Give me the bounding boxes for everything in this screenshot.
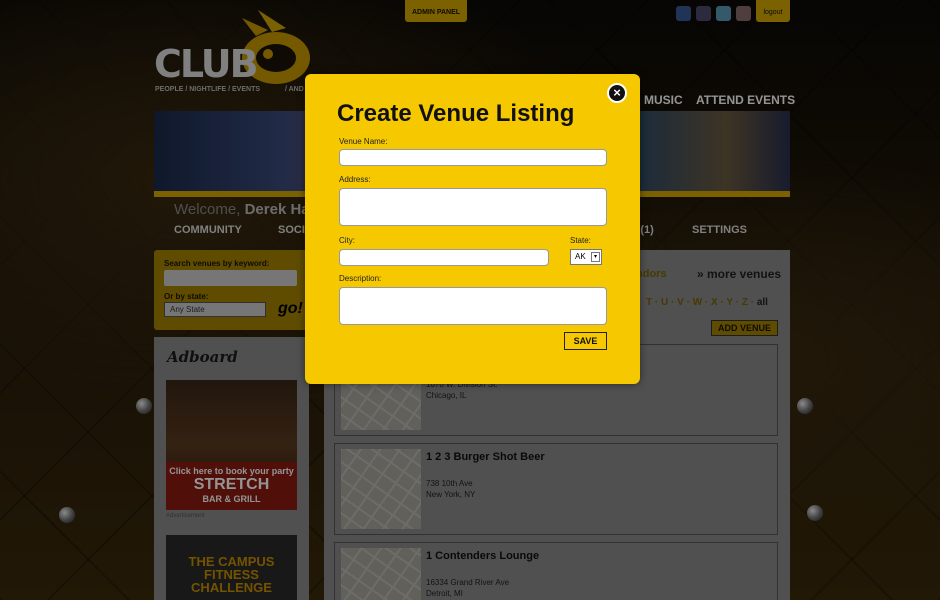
chevron-down-icon: ▾ [591,252,600,262]
close-icon[interactable]: × [607,83,627,103]
description-input[interactable] [339,287,607,325]
address-input[interactable] [339,188,607,226]
save-button[interactable]: SAVE [564,332,607,350]
state-label: State: [570,236,591,245]
modal-title: Create Venue Listing [337,100,575,127]
state-select[interactable]: AK ▾ [570,249,602,265]
venue-name-label: Venue Name: [339,137,388,146]
venue-name-input[interactable] [339,149,607,166]
description-label: Description: [339,274,382,283]
address-label: Address: [339,175,371,184]
city-label: City: [339,236,355,245]
city-input[interactable] [339,249,549,266]
create-venue-modal: Create Venue Listing × Venue Name: Addre… [305,74,640,384]
state-select-value: AK [575,252,586,261]
